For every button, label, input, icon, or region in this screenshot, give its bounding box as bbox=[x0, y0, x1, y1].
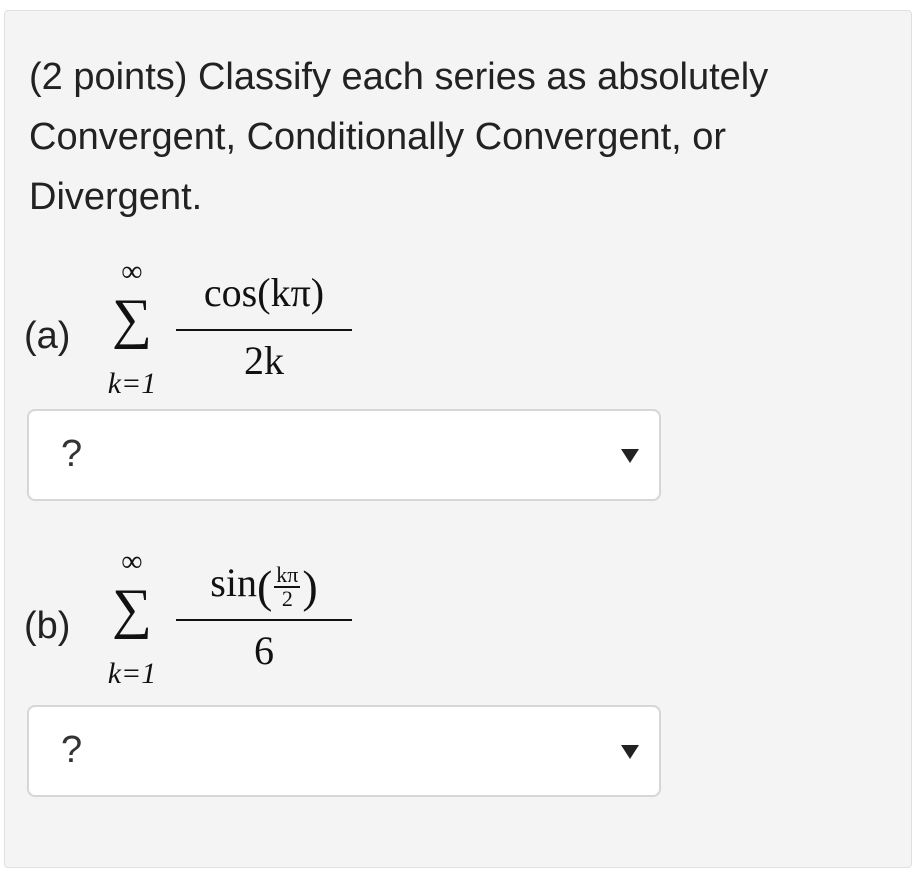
part-b-classification-select[interactable]: ? bbox=[27, 705, 661, 797]
part-a-fraction: cos(kπ) 2k bbox=[176, 269, 352, 385]
part-b-inner-numerator: kπ bbox=[276, 562, 299, 588]
part-b-fraction-bar bbox=[176, 619, 352, 621]
part-a-label: (a) bbox=[24, 315, 71, 357]
part-a-fraction-bar bbox=[176, 329, 352, 331]
part-b-select-value: ? bbox=[61, 729, 83, 771]
part-a-sum-lower-text: k=1 bbox=[107, 367, 157, 400]
part-b-label: (b) bbox=[24, 605, 71, 647]
summation-icon: ∑ bbox=[112, 578, 152, 640]
caret-down-icon bbox=[621, 449, 639, 463]
part-b-fraction: sin(kπ 2) 6 bbox=[176, 559, 352, 675]
part-b-inner-fraction: kπ 2 bbox=[274, 562, 301, 611]
part-a-classification-select[interactable]: ? bbox=[27, 409, 661, 501]
part-b-denominator: 6 bbox=[254, 628, 274, 673]
part-b-sum-upper-limit: ∞ bbox=[121, 545, 143, 578]
part-b-numerator: sin(kπ 2) bbox=[176, 559, 352, 615]
part-a-sum-lower-limit: k=1 bbox=[92, 367, 172, 401]
part-b-sum-lower-text: k=1 bbox=[107, 657, 157, 690]
part-b-inner-denominator: 2 bbox=[281, 585, 293, 611]
question-prompt: (2 points) Classify each series as absol… bbox=[29, 56, 769, 218]
part-b-sum-lower-limit: k=1 bbox=[92, 657, 172, 691]
caret-down-icon bbox=[621, 745, 639, 759]
part-a-sum-upper-limit: ∞ bbox=[121, 255, 143, 288]
part-a-select-value: ? bbox=[61, 433, 83, 475]
part-a-denominator: 2k bbox=[244, 338, 284, 383]
part-a-numerator: cos(kπ) bbox=[203, 270, 325, 315]
right-paren: ) bbox=[302, 560, 318, 612]
summation-icon: ∑ bbox=[112, 288, 152, 350]
part-b-numerator-func: sin bbox=[210, 560, 257, 605]
left-paren: ( bbox=[256, 560, 273, 612]
